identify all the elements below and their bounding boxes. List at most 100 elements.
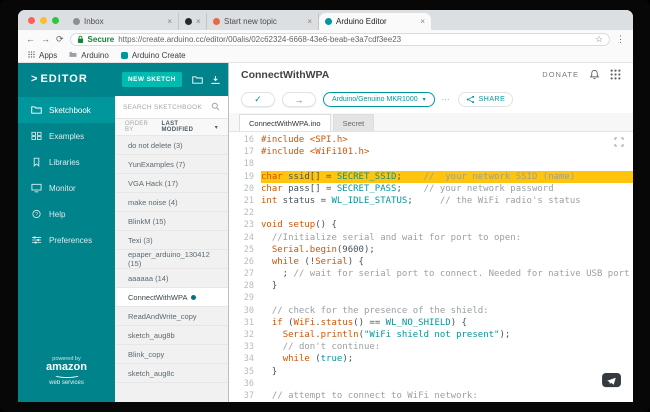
logo-text: EDITOR — [40, 73, 87, 85]
sketch-item[interactable]: BlinkM (15) — [115, 212, 228, 231]
sidebar-item-examples[interactable]: Examples — [18, 123, 115, 149]
board-selector[interactable]: Arduino/Genuino MKR1000 ▾ — [323, 92, 435, 107]
close-window-button[interactable] — [28, 17, 35, 24]
back-icon[interactable]: ← — [26, 35, 35, 44]
code-editor[interactable]: 16#include <SPI.h>17#include <WiFi101.h>… — [229, 132, 633, 402]
search-icon[interactable] — [211, 98, 220, 116]
donate-link[interactable]: DONATE — [542, 70, 579, 79]
code-line[interactable]: 28 } — [229, 280, 633, 292]
sketch-item[interactable]: epaper_arduino_130412 (15) — [115, 250, 228, 269]
code-line[interactable]: 17#include <WiFi101.h> — [229, 146, 633, 158]
lock-icon — [77, 31, 84, 49]
code-line[interactable]: 23void setup() { — [229, 219, 633, 231]
sidebar-item-libraries[interactable]: Libraries — [18, 149, 115, 175]
browser-tab-inbox[interactable]: Inbox× — [67, 13, 179, 30]
tab-title: Arduino Editor — [336, 17, 416, 26]
search-input[interactable] — [123, 104, 207, 111]
code-line[interactable]: 18 — [229, 158, 633, 170]
tab-secret[interactable]: Secret — [333, 114, 375, 131]
sketch-item[interactable]: ConnectWithWPA — [115, 288, 228, 307]
code-line[interactable]: 27 ; // wait for serial port to connect.… — [229, 268, 633, 280]
tab-close-icon[interactable]: × — [196, 17, 201, 26]
line-number: 16 — [229, 134, 261, 146]
bookmark-apps[interactable]: Apps — [28, 51, 57, 60]
line-number: 20 — [229, 183, 261, 195]
code-line[interactable]: 37 // attempt to connect to WiFi network… — [229, 390, 633, 402]
apps-grid-icon[interactable] — [610, 69, 621, 80]
monitor-icon — [31, 183, 42, 193]
code-line[interactable]: 20char pass[] = SECRET_PASS; // your net… — [229, 183, 633, 195]
code-line[interactable]: 22 — [229, 207, 633, 219]
sketch-item-label: make noise (4) — [128, 198, 178, 207]
new-folder-icon[interactable] — [192, 75, 203, 85]
sketch-item[interactable]: sketch_aug8b — [115, 326, 228, 345]
sketch-item[interactable]: Texi (3) — [115, 231, 228, 250]
sidebar-item-label: Examples — [49, 132, 84, 141]
code-line[interactable]: 32 Serial.println("WiFi shield not prese… — [229, 329, 633, 341]
code-line[interactable]: 24 //Initialize serial and wait for port… — [229, 232, 633, 244]
line-number: 22 — [229, 207, 261, 219]
sketch-item[interactable]: aaaaaa (14) — [115, 269, 228, 288]
code-line[interactable]: 29 — [229, 292, 633, 304]
sidebar-item-help[interactable]: ? Help — [18, 201, 115, 227]
bookmark-folder-arduino[interactable]: Arduino — [69, 51, 109, 60]
sketch-item[interactable]: do not delete (3) — [115, 136, 228, 155]
code-line[interactable]: 19char ssid[] = SECRET_SSID; // your net… — [229, 171, 633, 183]
new-sketch-button[interactable]: NEW SKETCH — [122, 72, 182, 87]
board-menu-button[interactable]: ⋯ — [442, 95, 451, 104]
code-line[interactable]: 21int status = WL_IDLE_STATUS; // the Wi… — [229, 195, 633, 207]
code-text: // attempt to connect to WiFi network: — [261, 390, 633, 402]
tab-close-icon[interactable]: × — [420, 17, 425, 26]
sidebar-item-monitor[interactable]: Monitor — [18, 175, 115, 201]
svg-text:?: ? — [35, 212, 38, 218]
share-button[interactable]: SHARE — [458, 92, 514, 107]
sidebar-item-preferences[interactable]: Preferences — [18, 227, 115, 253]
minimize-window-button[interactable] — [40, 17, 47, 24]
code-line[interactable]: 16#include <SPI.h> — [229, 134, 633, 146]
code-line[interactable]: 30 // check for the presence of the shie… — [229, 305, 633, 317]
tab-connectwithwpa-ino[interactable]: ConnectWithWPA.ino — [239, 114, 331, 131]
browser-tab-start-new-topic[interactable]: Start new topic× — [207, 13, 319, 30]
reload-icon[interactable]: ⟳ — [56, 35, 64, 44]
code-line[interactable]: 34 while (true); — [229, 353, 633, 365]
sketch-item-label: Blink_copy — [128, 350, 164, 359]
line-number: 29 — [229, 292, 261, 304]
aws-sub: web services — [18, 380, 115, 386]
sketch-item[interactable]: sketch_aug8c — [115, 364, 228, 383]
bookmark-star-icon[interactable]: ☆ — [595, 34, 603, 45]
sidebar-item-sketchbook[interactable]: Sketchbook — [18, 97, 115, 123]
code-line[interactable]: 25 Serial.begin(9600); — [229, 244, 633, 256]
code-line[interactable]: 33 // don't continue: — [229, 341, 633, 353]
sketch-item[interactable]: Blink_copy — [115, 345, 228, 364]
upload-button[interactable]: → — [282, 92, 316, 107]
sketch-item-label: BlinkM (15) — [128, 217, 166, 226]
tab-close-icon[interactable]: × — [167, 17, 172, 26]
browser-tab-arduino-editor[interactable]: Arduino Editor × — [319, 13, 431, 30]
code-text — [261, 207, 633, 219]
order-by-control[interactable]: ORDER BY LAST MODIFIED ▾ — [115, 119, 228, 136]
sidebar-item-label: Help — [49, 210, 65, 219]
bookmark-arduino-create[interactable]: Arduino Create — [121, 51, 186, 60]
tab-favicon — [213, 18, 220, 25]
code-line[interactable]: 26 while (!Serial) { — [229, 256, 633, 268]
address-bar[interactable]: Secure https://create.arduino.cc/editor/… — [70, 33, 610, 46]
sketch-item[interactable]: make noise (4) — [115, 193, 228, 212]
tab-close-icon[interactable]: × — [307, 17, 312, 26]
maximize-window-button[interactable] — [52, 17, 59, 24]
import-icon[interactable] — [210, 75, 221, 85]
editor-main: ConnectWithWPA DONATE ✓ → Arduino/Genuin… — [229, 63, 633, 402]
browser-tab[interactable]: × — [179, 13, 207, 30]
feedback-chat-icon[interactable] — [602, 373, 621, 390]
sketch-item[interactable]: ReadAndWrite_copy — [115, 307, 228, 326]
code-line[interactable]: 35 } — [229, 366, 633, 378]
code-line[interactable]: 36 — [229, 378, 633, 390]
forward-icon[interactable]: → — [41, 35, 50, 44]
verify-button[interactable]: ✓ — [241, 92, 275, 107]
bell-icon[interactable] — [589, 69, 600, 80]
sidebar-item-label: Monitor — [49, 184, 76, 193]
browser-menu-icon[interactable]: ⋮ — [616, 35, 625, 44]
sketch-item[interactable]: YunExamples (7) — [115, 155, 228, 174]
fullscreen-icon[interactable] — [614, 137, 624, 147]
code-line[interactable]: 31 if (WiFi.status() == WL_NO_SHIELD) { — [229, 317, 633, 329]
sketch-item[interactable]: VGA Hack (17) — [115, 174, 228, 193]
